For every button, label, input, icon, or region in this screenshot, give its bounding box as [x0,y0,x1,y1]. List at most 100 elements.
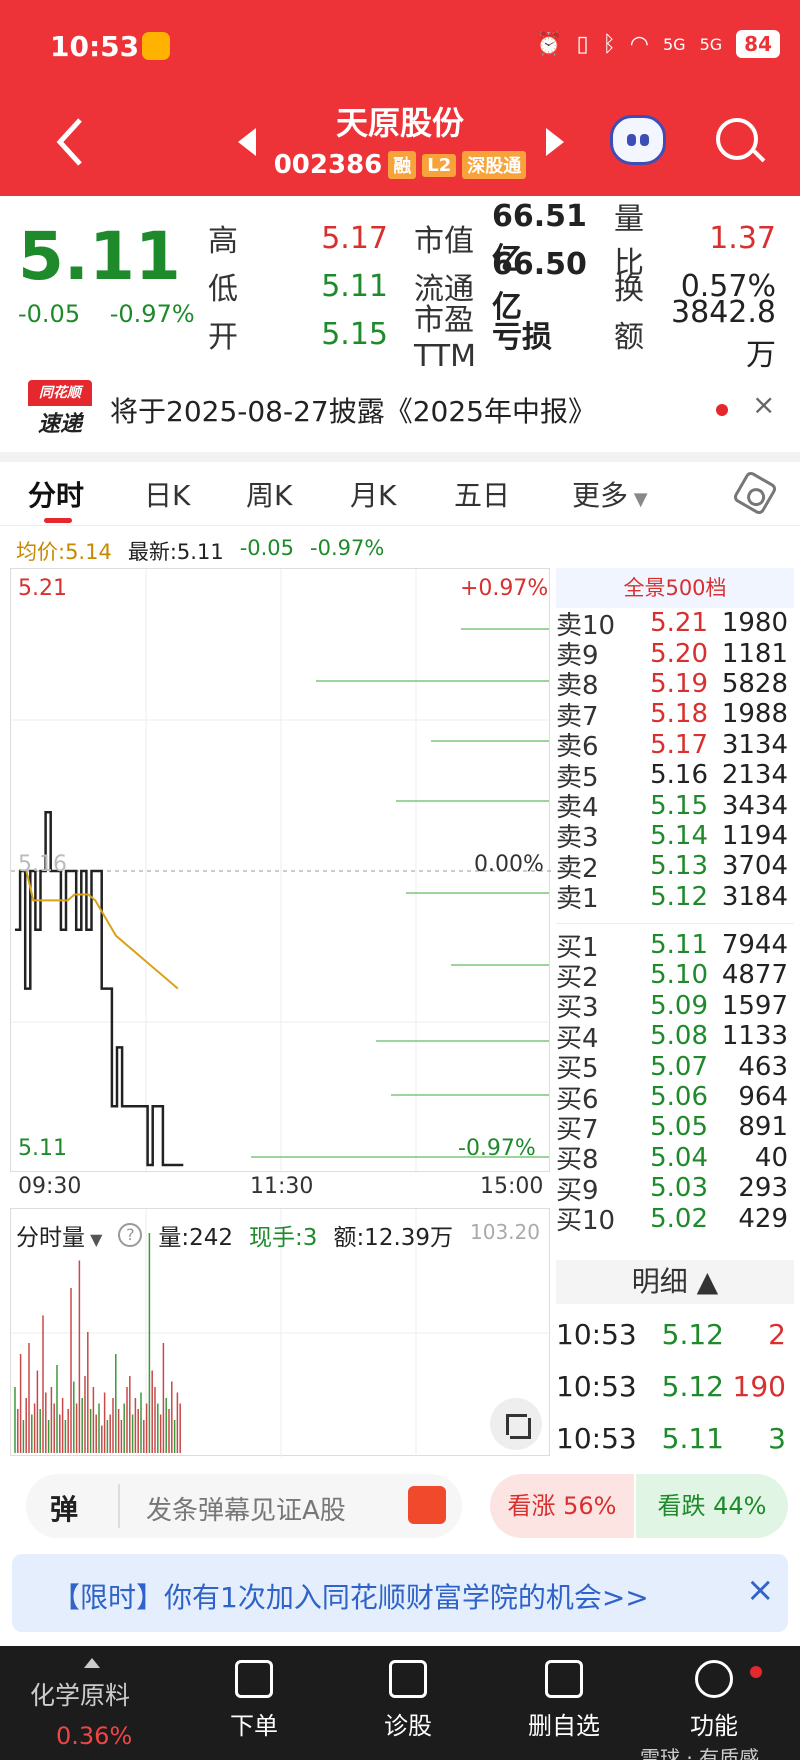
bid-row[interactable]: 买7 5.05 891 [556,1112,794,1145]
level-volume: 463 [738,1051,788,1082]
tab-intraday[interactable]: 分时 [28,474,84,514]
level-price: 5.06 [650,1082,708,1113]
trade-time: 10:53 [556,1317,637,1351]
order-icon [235,1660,273,1698]
chart-info-line: 均价:5.14 最新:5.11 -0.05 -0.97% [16,536,384,566]
bid-row[interactable]: 买10 5.02 429 [556,1203,794,1237]
sector-name[interactable]: 化学原料 [30,1676,130,1712]
tag-connect: 深股通 [462,151,527,179]
tab-daily-k[interactable]: 日K [144,474,190,514]
fullscreen-expand-icon[interactable] [490,1398,542,1450]
stat-label: 开 [208,320,238,355]
current-hand: 现手:3 [249,1225,318,1251]
pct-low-label: -0.97% [458,1136,536,1161]
danmu-toggle[interactable]: 弹 [50,1488,78,1528]
vote-bearish-button[interactable]: 看跌 44% [636,1474,788,1538]
promo-banner[interactable]: 【限时】你有1次加入同花顺财富学院的机会>> × [12,1554,788,1632]
ask-row[interactable]: 卖3 5.14 1194 [556,821,794,854]
next-stock-arrow-icon[interactable] [546,128,564,156]
level-volume: 293 [738,1173,788,1204]
ask-row[interactable]: 卖2 5.13 3704 [556,851,794,884]
level-volume: 3184 [721,881,788,912]
ask-row[interactable]: 卖7 5.18 1988 [556,699,794,732]
level-volume: 1133 [721,1021,788,1052]
level-volume: 3704 [721,851,788,882]
trade-detail-row: 10:53 5.12 190 [556,1360,794,1412]
x-tick-open: 09:30 [18,1174,82,1199]
tab-weekly-k[interactable]: 周K [246,474,292,514]
trade-detail-header[interactable]: 明细 ▲ [556,1260,794,1304]
close-news-icon[interactable]: × [752,388,775,421]
ask-row[interactable]: 卖8 5.19 5828 [556,668,794,702]
divider [0,452,800,462]
logo-top: 同花顺 [28,380,92,406]
bid-row[interactable]: 买8 5.04 40 [556,1143,794,1176]
back-arrow-icon[interactable] [50,112,90,172]
volume-header: 分时量 ▼ ? 量:242 现手:3 额:12.39万 [16,1218,453,1252]
amount-value: 额:12.39万 [333,1225,454,1251]
nav-remove-watchlist[interactable]: 删自选 [528,1660,600,1741]
pct-zero-label: 0.00% [474,852,544,877]
level-price: 5.08 [650,1021,708,1052]
quote-row: 开 5.15 市盈TTM 亏损 额 3842.8万 [208,295,800,374]
vote-bullish-button[interactable]: 看涨 56% [490,1474,634,1538]
nav-order[interactable]: 下单 [230,1660,278,1741]
ask-row[interactable]: 卖6 5.17 3134 [556,729,794,763]
promo-text[interactable]: 【限时】你有1次加入同花顺财富学院的机会>> [52,1576,649,1616]
close-promo-icon[interactable]: × [746,1570,775,1610]
level-price: 5.15 [650,790,708,821]
bluetooth-icon: ᛒ [602,31,616,57]
level-volume: 3134 [721,729,788,760]
tab-five-day[interactable]: 五日 [454,474,510,514]
app-notification-icon [142,32,170,60]
level-price: 5.13 [650,851,708,882]
expand-up-icon[interactable] [84,1658,100,1668]
level-volume: 1980 [721,608,788,639]
level-price: 5.03 [650,1173,708,1204]
nav-functions[interactable]: 功能 [690,1660,738,1741]
danmu-input[interactable]: 发条弹幕见证A股 [146,1490,346,1527]
bid-row[interactable]: 买2 5.10 4877 [556,960,794,993]
gift-icon[interactable] [408,1486,446,1524]
help-icon[interactable]: ? [118,1223,143,1247]
bid-row[interactable]: 买6 5.06 964 [556,1082,794,1115]
level-volume: 1988 [721,699,788,730]
nav-diagnose[interactable]: 诊股 [384,1660,432,1741]
danmu-bar[interactable]: 弹 发条弹幕见证A股 [26,1474,462,1538]
ask-row[interactable]: 卖4 5.15 3434 [556,790,794,824]
tab-more[interactable]: 更多 ▼ [572,474,648,514]
search-icon[interactable] [716,118,758,160]
bid-row[interactable]: 买3 5.09 1597 [556,990,794,1024]
level-volume: 1597 [721,990,788,1021]
bid-row[interactable]: 买5 5.07 463 [556,1051,794,1085]
trade-price: 5.12 [661,1317,724,1351]
nav-functions-label: 功能 [690,1712,738,1740]
order-book-title[interactable]: 全景500档 [556,568,794,608]
tab-monthly-k[interactable]: 月K [350,474,396,514]
level-label: 买10 [556,1206,616,1237]
intraday-chart[interactable] [10,568,551,1173]
ask-row[interactable]: 卖10 5.21 1980 [556,608,794,641]
news-text[interactable]: 将于2025-08-27披露《2025年中报》 [110,390,596,430]
ask-row[interactable]: 卖5 5.16 2134 [556,760,794,793]
bid-row[interactable]: 买9 5.03 293 [556,1173,794,1206]
stat-value: 亏损 [492,320,552,355]
stat-label: 低 [208,272,238,307]
nav-order-label: 下单 [230,1712,278,1740]
bid-row[interactable]: 买4 5.08 1133 [556,1021,794,1054]
level-volume: 3434 [721,790,788,821]
stat-label: 市盈TTM [414,302,477,374]
ask-row[interactable]: 卖9 5.20 1181 [556,638,794,672]
level-price: 5.21 [650,608,708,639]
bid-row[interactable]: 买1 5.11 7944 [556,930,794,963]
volume-selector[interactable]: 分时量 ▼ [16,1218,102,1252]
level-volume: 5828 [721,668,788,699]
stat-label: 额 [614,320,644,355]
ask-row[interactable]: 卖1 5.12 3184 [556,881,794,915]
nav-remove-label: 删自选 [528,1712,600,1740]
news-banner[interactable]: 同花顺 速递 将于2025-08-27披露《2025年中报》 × [0,370,800,446]
current-price: 5.11 [18,218,181,295]
level-price: 5.10 [650,960,708,991]
trade-price: 5.12 [661,1369,724,1403]
robot-assistant-icon[interactable] [610,115,666,165]
